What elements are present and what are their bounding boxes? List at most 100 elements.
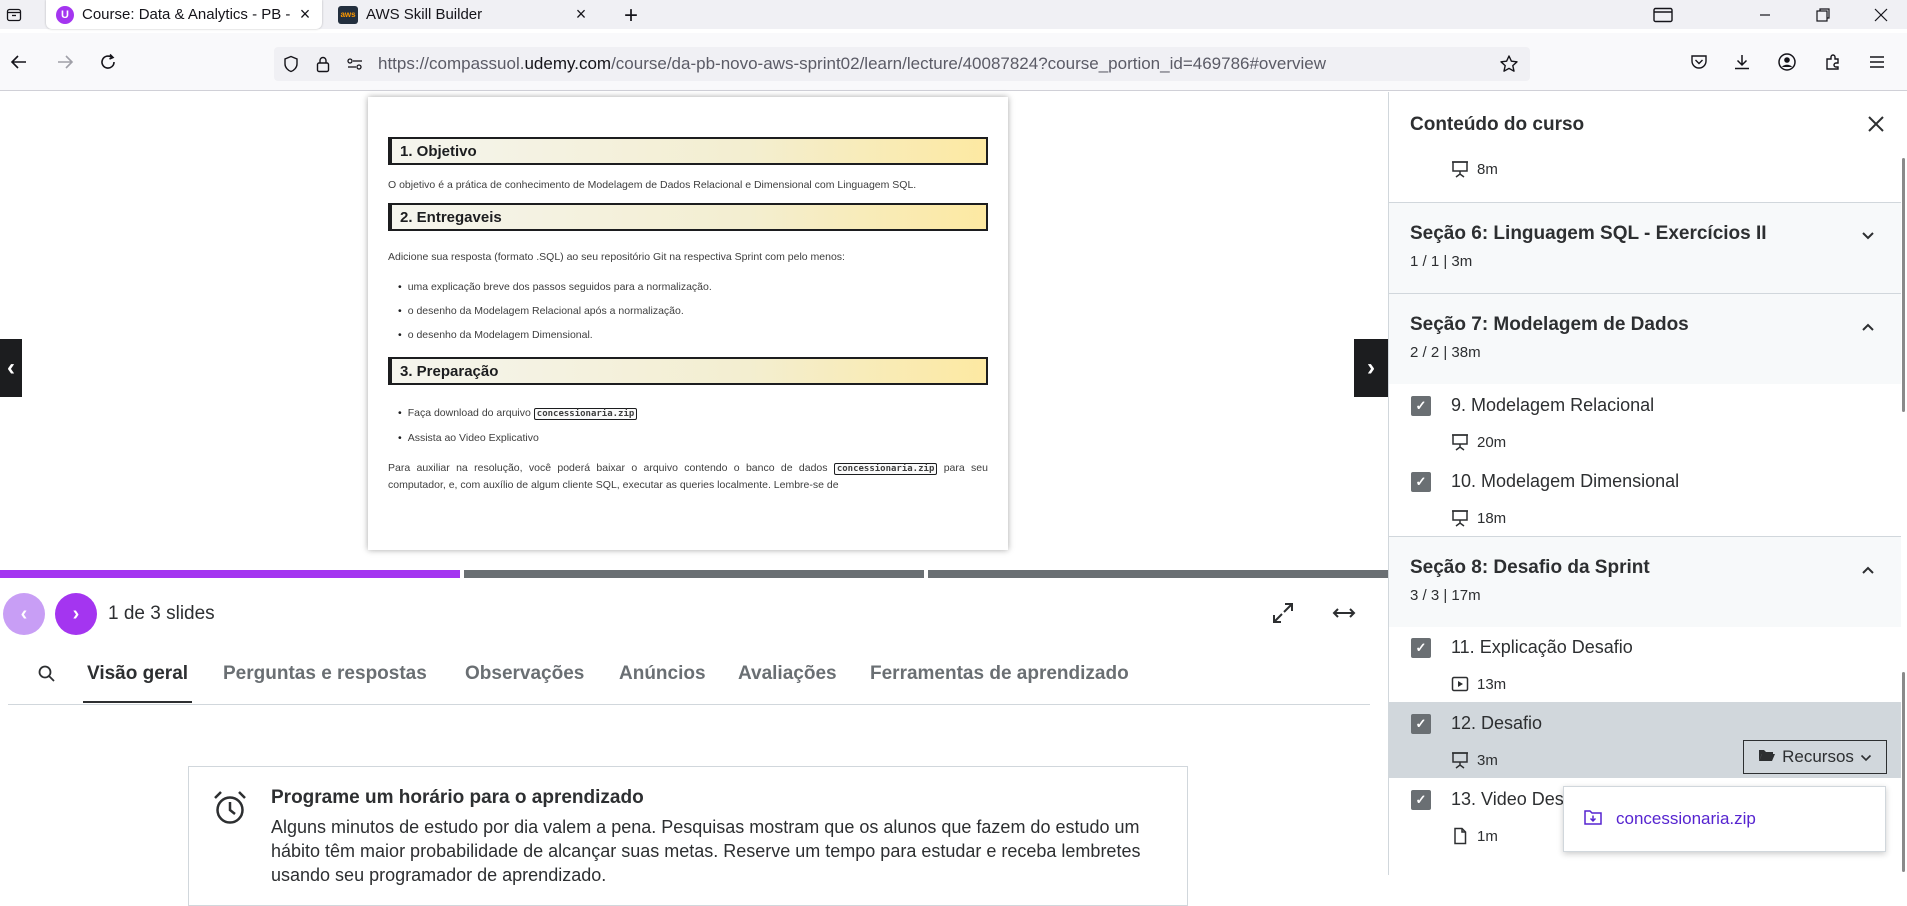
download-icon[interactable]: [1727, 47, 1757, 77]
code-filename: concessionaria.zip: [833, 463, 938, 475]
tab-reviews[interactable]: Avaliações: [738, 663, 837, 685]
chevron-up-icon: [1859, 561, 1877, 579]
folder-open-icon: [1758, 747, 1776, 767]
browser-tab-aws[interactable]: aws AWS Skill Builder ×: [330, 0, 598, 29]
url-text: https://compassuol.udemy.com/course/da-p…: [378, 54, 1327, 73]
lecture-item[interactable]: ✓ 10. Modelagem Dimensional 18m: [1389, 460, 1901, 536]
lecture-meta: 1m: [1451, 827, 1498, 845]
lecture-meta: 18m: [1451, 509, 1506, 527]
slide-list: uma explicação breve dos passos seguidos…: [398, 275, 988, 347]
completed-checkbox[interactable]: ✓: [1411, 396, 1431, 416]
completed-checkbox[interactable]: ✓: [1411, 714, 1431, 734]
browser-tab-udemy[interactable]: U Course: Data & Analytics - PB - ×: [46, 0, 322, 29]
slide-list-item: Faça download do arquivo concessionaria.…: [398, 401, 988, 426]
minimize-icon[interactable]: [1742, 0, 1788, 29]
sidebar-toggle-icon[interactable]: [1640, 0, 1686, 29]
resource-link[interactable]: concessionaria.zip: [1616, 809, 1756, 829]
section-title: Seção 6: Linguagem SQL - Exercícios II: [1410, 223, 1767, 244]
resources-label: Recursos: [1782, 747, 1854, 766]
section-meta: 3 / 3 | 17m: [1410, 587, 1481, 604]
slide-list-item: uma explicação breve dos passos seguidos…: [398, 275, 988, 299]
lecture-item[interactable]: ✓ 9. Modelagem Relacional 20m: [1389, 384, 1901, 460]
bookmark-star-icon[interactable]: [1494, 49, 1524, 79]
lock-icon[interactable]: [308, 49, 338, 79]
reminder-text: Alguns minutos de estudo por dia valem a…: [271, 817, 1141, 885]
slide-paragraph: O objetivo é a prática de conhecimento d…: [388, 179, 917, 191]
restore-icon[interactable]: [1800, 0, 1846, 29]
close-icon[interactable]: [1864, 112, 1888, 136]
close-tab-icon[interactable]: ×: [294, 4, 316, 25]
slide-paragraph: Adicione sua resposta (formato .SQL) ao …: [388, 251, 845, 263]
section-7[interactable]: Seção 7: Modelagem de Dados 2 / 2 | 38m: [1389, 293, 1901, 384]
prev-slide-button[interactable]: ‹: [3, 593, 45, 635]
aws-icon: aws: [338, 5, 358, 24]
next-slide-button[interactable]: ›: [55, 593, 97, 635]
slides-icon: [1451, 751, 1469, 769]
lecture-item-current[interactable]: ✓ 12. Desafio 3m Recursos: [1389, 702, 1901, 778]
lecture-viewer: 1. Objetivo O objetivo é a prática de co…: [0, 92, 1388, 573]
alarm-clock-icon: [211, 789, 249, 827]
completed-checkbox[interactable]: ✓: [1411, 472, 1431, 492]
section-meta: 2 / 2 | 38m: [1410, 344, 1481, 361]
permissions-icon[interactable]: [340, 49, 370, 79]
slides-icon: [1451, 509, 1469, 527]
lecture-meta: 13m: [1451, 675, 1506, 693]
pocket-icon[interactable]: [1684, 47, 1714, 77]
lecture-item[interactable]: ✓ 11. Explicação Desafio 13m: [1389, 626, 1901, 702]
shield-icon[interactable]: [276, 49, 306, 79]
course-content-sidebar: 8m Seção 6: Linguagem SQL - Exercícios I…: [1388, 92, 1907, 875]
menu-icon[interactable]: [1862, 47, 1892, 77]
account-icon[interactable]: [1772, 47, 1802, 77]
tab-overview[interactable]: Visão geral: [82, 663, 193, 703]
expand-width-icon[interactable]: [1329, 598, 1359, 628]
progress-segment: [464, 570, 924, 578]
tab-questions[interactable]: Perguntas e respostas: [223, 663, 427, 685]
tab-overview-icon[interactable]: [4, 5, 24, 25]
url-bar[interactable]: https://compassuol.udemy.com/course/da-p…: [274, 47, 1530, 81]
slides-icon: [1451, 433, 1469, 451]
lecture-duration: 20m: [1477, 433, 1507, 451]
resources-button[interactable]: Recursos: [1743, 740, 1887, 774]
search-icon[interactable]: [34, 661, 60, 687]
tab-title: Course: Data & Analytics - PB -: [82, 6, 291, 23]
slide-heading: 1. Objetivo: [388, 137, 988, 165]
completed-checkbox[interactable]: ✓: [1411, 638, 1431, 658]
lecture-title: 13. Video Desa: [1451, 789, 1574, 809]
lecture-duration: 3m: [1477, 751, 1498, 769]
tab-notes[interactable]: Observações: [465, 663, 584, 685]
resources-dropdown: concessionaria.zip: [1563, 786, 1886, 852]
back-icon[interactable]: [4, 47, 34, 77]
lecture-item[interactable]: 8m: [1389, 158, 1901, 194]
extensions-icon[interactable]: [1818, 47, 1848, 77]
lecture-duration: 8m: [1477, 160, 1498, 178]
lecture-duration: 18m: [1477, 509, 1507, 527]
tab-learning-tools[interactable]: Ferramentas de aprendizado: [870, 663, 1129, 685]
forward-icon[interactable]: [50, 47, 80, 77]
sidebar-scrollbar[interactable]: [1902, 672, 1905, 872]
next-slide-arrow[interactable]: ›: [1354, 339, 1388, 397]
new-tab-icon[interactable]: +: [620, 2, 642, 30]
section-6[interactable]: Seção 6: Linguagem SQL - Exercícios II 1…: [1389, 202, 1901, 293]
prev-slide-arrow[interactable]: ‹: [0, 339, 22, 397]
reload-icon[interactable]: [93, 47, 123, 77]
slide-paragraph: Para auxiliar na resolução, você poderá …: [388, 462, 988, 491]
browser-nav-bar: https://compassuol.udemy.com/course/da-p…: [0, 33, 1907, 91]
slide-progress-bar: [0, 570, 1388, 578]
browser-tab-bar: U Course: Data & Analytics - PB - × aws …: [0, 0, 1907, 29]
reminder-title: Programe um horário para o aprendizado: [271, 787, 644, 808]
chevron-down-icon: [1859, 227, 1877, 245]
close-tab-icon[interactable]: ×: [570, 4, 592, 25]
fullscreen-icon[interactable]: [1268, 598, 1298, 628]
close-window-icon[interactable]: [1858, 0, 1904, 29]
lecture-duration: 1m: [1477, 827, 1498, 845]
tab-announcements[interactable]: Anúncios: [619, 663, 706, 685]
slide-document: 1. Objetivo O objetivo é a prática de co…: [368, 97, 1008, 550]
course-tabs: Visão geral Perguntas e respostas Observ…: [8, 643, 1370, 705]
video-icon: [1451, 675, 1469, 693]
slide-heading: 2. Entregaveis: [388, 203, 988, 231]
sidebar-scrollbar[interactable]: [1902, 158, 1905, 412]
section-title: Seção 8: Desafio da Sprint: [1410, 557, 1650, 578]
completed-checkbox[interactable]: ✓: [1411, 790, 1431, 810]
section-8[interactable]: Seção 8: Desafio da Sprint 3 / 3 | 17m: [1389, 536, 1901, 627]
lecture-duration: 13m: [1477, 675, 1507, 693]
